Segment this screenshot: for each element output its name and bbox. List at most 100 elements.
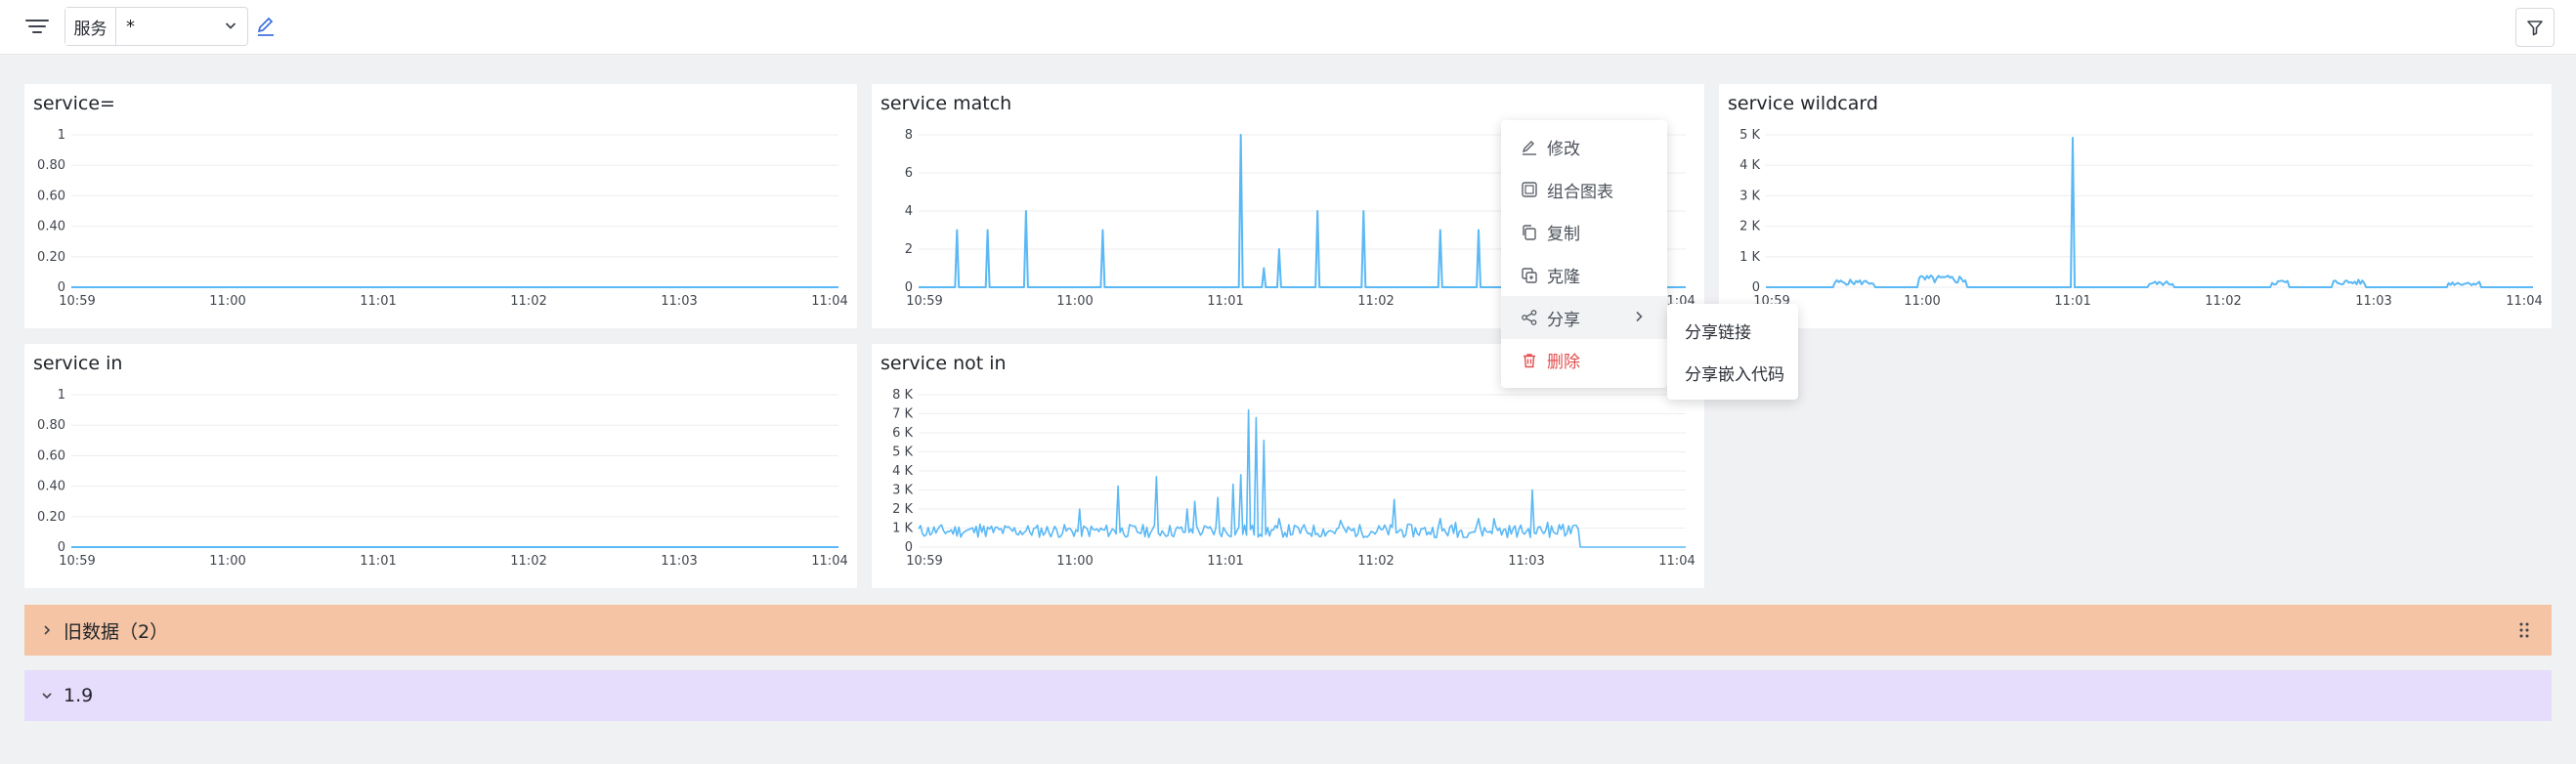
copy-icon — [1521, 224, 1538, 241]
x-tick-label: 11:03 — [661, 294, 697, 309]
y-tick-label: 5 K — [892, 446, 913, 460]
x-tick-label: 11:01 — [360, 554, 396, 569]
y-tick-label: 7 K — [892, 407, 913, 422]
chevron-right-icon — [40, 623, 54, 637]
y-tick-label: 4 K — [892, 464, 913, 479]
y-tick-label: 0.60 — [37, 189, 65, 203]
y-tick-label: 0.60 — [37, 448, 65, 463]
y-tick-label: 1 — [58, 388, 65, 403]
y-tick-label: 4 K — [1739, 158, 1760, 173]
funnel-icon — [2527, 21, 2543, 36]
edit-variables-icon[interactable] — [254, 15, 278, 38]
x-tick-label: 11:04 — [2506, 294, 2542, 309]
y-tick-label: 0.80 — [37, 418, 65, 433]
x-tick-label: 11:04 — [1658, 554, 1695, 569]
y-tick-label: 6 K — [892, 426, 913, 441]
y-tick-label: 0.20 — [37, 510, 65, 525]
clone-icon — [1521, 267, 1538, 284]
y-tick-label: 2 K — [1739, 220, 1760, 234]
y-tick-label: 8 — [905, 128, 913, 143]
x-tick-label: 11:02 — [2205, 294, 2241, 309]
x-tick-label: 11:04 — [811, 294, 847, 309]
y-tick-label: 2 K — [892, 502, 913, 517]
series-line — [1766, 137, 2533, 288]
y-tick-label: 5 K — [1739, 128, 1760, 143]
x-tick-label: 11:03 — [661, 554, 697, 569]
y-tick-label: 0.40 — [37, 220, 65, 234]
x-tick-label: 11:03 — [2355, 294, 2391, 309]
x-tick-label: 11:01 — [1207, 554, 1243, 569]
menu-item-copy[interactable]: 复制 — [1501, 211, 1667, 254]
edit-icon — [1521, 139, 1538, 156]
y-tick-label: 0 — [1752, 280, 1760, 295]
menu-item-share-embed-code[interactable]: 分享嵌入代码 — [1667, 352, 1798, 394]
y-tick-label: 1 K — [892, 522, 913, 536]
row-title: 1.9 — [64, 685, 94, 706]
combine-chart-icon — [1521, 181, 1538, 198]
x-tick-label: 11:01 — [1207, 294, 1243, 309]
x-tick-label: 11:04 — [811, 554, 847, 569]
x-tick-label: 10:59 — [59, 554, 95, 569]
x-tick-label: 11:03 — [1508, 554, 1544, 569]
x-tick-label: 11:00 — [1056, 294, 1093, 309]
y-tick-label: 0 — [905, 540, 913, 555]
panel-context-menu: 修改 组合图表 复制 克隆 分享 删除 — [1501, 120, 1667, 388]
x-tick-label: 11:00 — [209, 294, 245, 309]
x-tick-label: 10:59 — [906, 554, 942, 569]
y-tick-label: 0.80 — [37, 158, 65, 173]
y-tick-label: 1 — [58, 128, 65, 143]
x-tick-label: 11:02 — [510, 294, 546, 309]
share-icon — [1521, 309, 1538, 326]
x-tick-label: 11:02 — [1357, 294, 1394, 309]
menu-item-clone[interactable]: 克隆 — [1501, 254, 1667, 297]
line-chart: 01 K2 K3 K4 K5 K10:59 11:00 11:01 11:02 11:0… — [1739, 128, 2543, 309]
chevron-down-icon — [40, 689, 54, 702]
y-tick-label: 8 K — [892, 388, 913, 403]
x-tick-label: 11:02 — [1357, 554, 1394, 569]
menu-item-combine-chart[interactable]: 组合图表 — [1501, 169, 1667, 212]
row-title: 旧数据（2） — [64, 620, 169, 643]
y-tick-label: 3 K — [1739, 189, 1760, 203]
chart-panel-service-wildcard[interactable]: service wildcard 01 K2 K3 K4 K5 K 10:59 11… — [1719, 84, 2552, 328]
menu-item-share[interactable]: 分享 — [1501, 296, 1667, 339]
series-line — [918, 408, 1686, 548]
menu-item-edit[interactable]: 修改 — [1501, 126, 1667, 169]
chevron-right-icon — [1632, 309, 1646, 328]
variable-value: * — [126, 16, 135, 37]
x-tick-label: 11:00 — [209, 554, 245, 569]
filter-button[interactable] — [2515, 8, 2555, 47]
menu-lines-icon[interactable] — [23, 14, 51, 41]
menu-item-share-link[interactable]: 分享链接 — [1667, 310, 1798, 352]
y-tick-label: 0.20 — [37, 250, 65, 265]
y-tick-label: 1 K — [1739, 250, 1760, 265]
x-tick-label: 11:02 — [510, 554, 546, 569]
drag-handle-icon[interactable] — [2518, 620, 2530, 640]
line-chart: 0 0.20 0.40 0.60 0.80 1 10:59 11:00 11:01 11:02 11… — [37, 128, 848, 309]
x-tick-label: 11:01 — [2054, 294, 2090, 309]
y-tick-label: 0.40 — [37, 480, 65, 494]
y-tick-label: 6 — [905, 166, 913, 181]
x-tick-label: 11:00 — [1056, 554, 1093, 569]
x-tick-label: 11:00 — [1904, 294, 1940, 309]
chevron-down-icon — [224, 17, 237, 37]
variable-label: 服务 — [65, 8, 116, 45]
y-tick-label: 3 K — [892, 484, 913, 498]
y-tick-label: 4 — [905, 204, 913, 219]
x-tick-label: 10:59 — [59, 294, 95, 309]
y-tick-label: 0 — [58, 280, 65, 295]
x-tick-label: 10:59 — [906, 294, 942, 309]
chart-panel-service-equals[interactable]: service= 0 0.20 0.40 0.60 0.80 1 10:59 11:00 11:… — [24, 84, 857, 328]
y-tick-label: 0 — [58, 540, 65, 555]
trash-icon — [1521, 352, 1538, 369]
variable-select[interactable]: * — [116, 8, 247, 45]
y-tick-label: 2 — [905, 242, 913, 257]
dashboard-toolbar: 服务 * — [0, 0, 2576, 55]
dashboard-row-1-9[interactable]: 1.9 — [24, 670, 2552, 721]
y-tick-label: 0 — [905, 280, 913, 295]
share-submenu: 分享链接 分享嵌入代码 — [1667, 304, 1798, 400]
service-variable-filter: 服务 * — [64, 7, 248, 46]
x-tick-label: 11:01 — [360, 294, 396, 309]
chart-panel-service-in[interactable]: service in 0 0.20 0.40 0.60 0.80 1 10:59 11:00 1… — [24, 344, 857, 588]
dashboard-row-old-data[interactable]: 旧数据（2） — [24, 605, 2552, 656]
menu-item-delete[interactable]: 删除 — [1501, 339, 1667, 382]
